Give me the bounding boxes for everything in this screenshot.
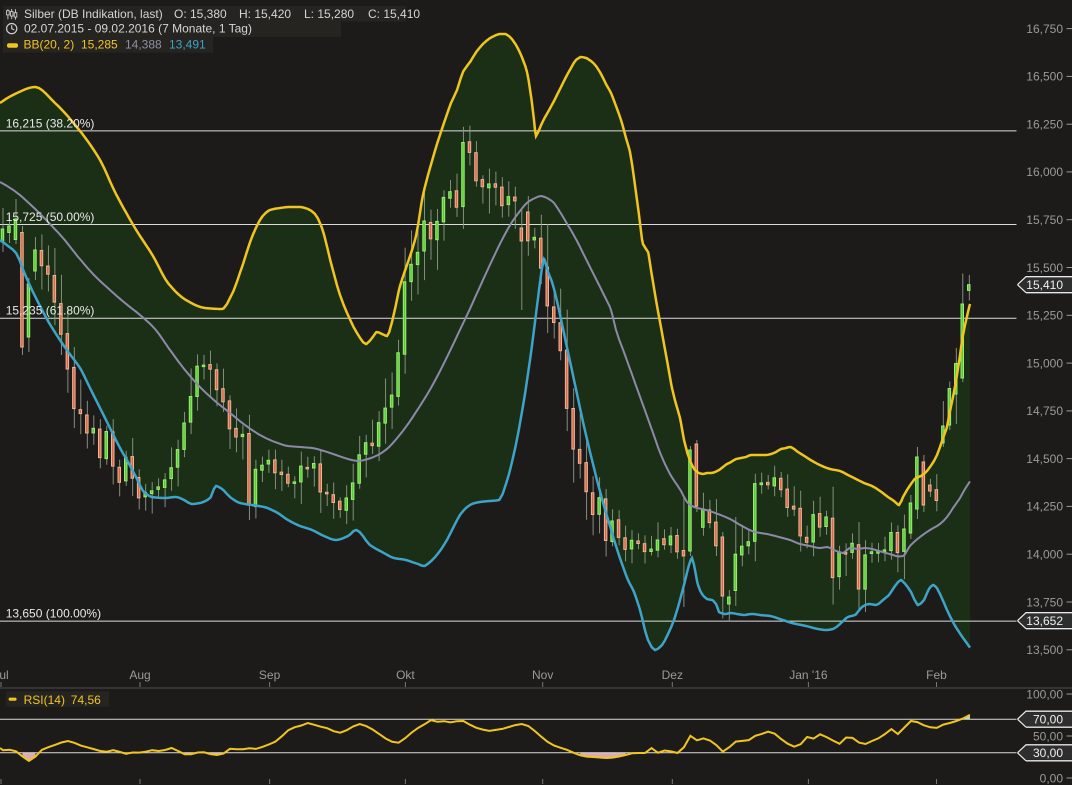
svg-text:70,00: 70,00 — [1033, 713, 1063, 727]
svg-text:15,750: 15,750 — [1026, 213, 1063, 227]
svg-text:14,750: 14,750 — [1026, 404, 1063, 418]
svg-text:16,750: 16,750 — [1026, 22, 1063, 36]
svg-text:Feb: Feb — [926, 668, 947, 682]
svg-text:13,491: 13,491 — [169, 38, 206, 52]
svg-text:14,000: 14,000 — [1026, 548, 1063, 562]
svg-text:Jan '16: Jan '16 — [789, 668, 828, 682]
svg-text:C: 15,410: C: 15,410 — [368, 7, 420, 21]
svg-text:L: 15,280: L: 15,280 — [304, 7, 354, 21]
svg-text:16,215 (38.20%): 16,215 (38.20%) — [6, 116, 95, 130]
svg-text:50,00: 50,00 — [1033, 729, 1063, 743]
svg-text:14,500: 14,500 — [1026, 452, 1063, 466]
svg-text:13,500: 13,500 — [1026, 643, 1063, 657]
svg-text:15,000: 15,000 — [1026, 356, 1063, 370]
svg-text:13,652: 13,652 — [1026, 614, 1063, 628]
svg-text:15,285: 15,285 — [81, 38, 118, 52]
svg-text:16,000: 16,000 — [1026, 165, 1063, 179]
svg-text:02.07.2015 - 09.02.2016 (7 Mon: 02.07.2015 - 09.02.2016 (7 Monate, 1 Tag… — [24, 21, 252, 35]
svg-text:RSI(14): RSI(14) — [24, 693, 65, 707]
svg-text:Jul: Jul — [0, 668, 9, 682]
svg-text:Dez: Dez — [662, 668, 683, 682]
svg-text:13,750: 13,750 — [1026, 595, 1063, 609]
svg-text:14,388: 14,388 — [125, 38, 162, 52]
svg-text:15,725 (50.00%): 15,725 (50.00%) — [6, 210, 95, 224]
svg-text:BB(20, 2): BB(20, 2) — [24, 38, 75, 52]
svg-text:100,00: 100,00 — [1026, 687, 1063, 701]
svg-text:15,500: 15,500 — [1026, 261, 1063, 275]
svg-text:16,250: 16,250 — [1026, 118, 1063, 132]
svg-text:15,235 (61.80%): 15,235 (61.80%) — [6, 304, 95, 318]
svg-text:74,56: 74,56 — [71, 693, 101, 707]
svg-text:15,410: 15,410 — [1026, 278, 1063, 292]
svg-text:14,250: 14,250 — [1026, 500, 1063, 514]
svg-text:Silber (DB Indikation, last): Silber (DB Indikation, last) — [24, 7, 163, 21]
svg-text:16,500: 16,500 — [1026, 70, 1063, 84]
svg-text:15,250: 15,250 — [1026, 309, 1063, 323]
svg-text:Nov: Nov — [532, 668, 553, 682]
svg-text:Sep: Sep — [259, 668, 281, 682]
svg-text:13,650 (100.00%): 13,650 (100.00%) — [6, 607, 101, 621]
svg-text:Okt: Okt — [396, 668, 415, 682]
svg-text:0,00: 0,00 — [1040, 771, 1064, 785]
svg-text:Aug: Aug — [129, 668, 150, 682]
svg-text:H: 15,420: H: 15,420 — [239, 7, 291, 21]
svg-text:30,00: 30,00 — [1033, 746, 1063, 760]
svg-text:O: 15,380: O: 15,380 — [174, 7, 227, 21]
